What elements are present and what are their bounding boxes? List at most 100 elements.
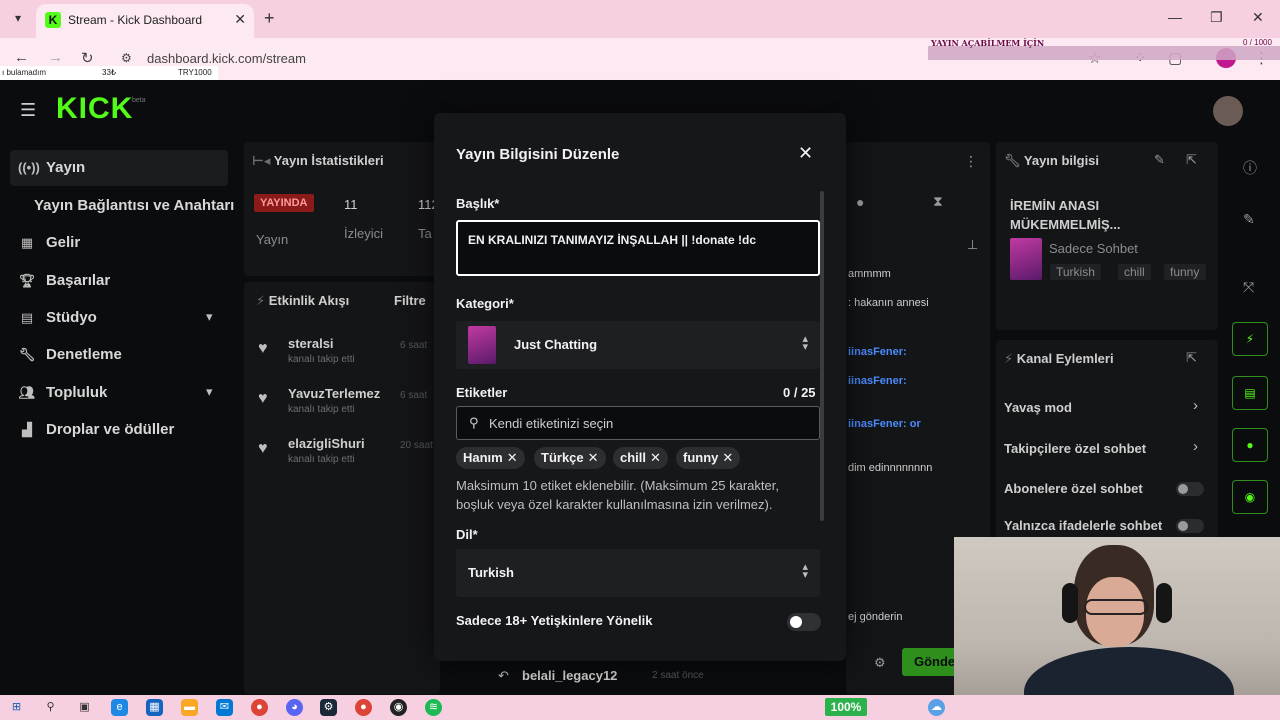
edge-browser-icon[interactable]: e <box>111 699 128 716</box>
kick-logo[interactable]: KICK <box>56 92 133 126</box>
sidebar-item-denetleme[interactable]: 🔧︎ Denetleme <box>18 346 122 363</box>
tag-search-input[interactable]: ⚲ Kendi etiketinizi seçin <box>456 406 820 440</box>
chevron-right-icon[interactable]: › <box>1193 438 1198 455</box>
sidebar-item-stream-key[interactable]: Yayın Bağlantısı ve Anahtarı <box>34 197 234 214</box>
chat-input[interactable]: ej gönderin <box>848 611 902 623</box>
chevron-right-icon[interactable]: › <box>1193 397 1198 414</box>
quick-action-chat-icon[interactable]: ● <box>1232 428 1268 462</box>
edit-icon[interactable]: ✎ <box>1243 211 1255 228</box>
remove-tag-icon[interactable]: ✕ <box>650 450 661 465</box>
chrome-active-icon[interactable]: ● <box>355 699 372 716</box>
sidebar-item-droplar[interactable]: ▟ Droplar ve ödüller <box>18 421 174 438</box>
tab-list-dropdown-icon[interactable]: ▾ <box>8 8 28 28</box>
tab-title: Stream - Kick Dashboard <box>68 13 203 27</box>
store-icon[interactable]: ▦ <box>146 699 163 716</box>
sidebar-item-topluluk[interactable]: 👥︎ Topluluk <box>18 384 108 401</box>
sidebar-item-gelir[interactable]: ▦ Gelir <box>18 234 80 251</box>
heart-icon: ♥ <box>258 390 268 407</box>
feed-username[interactable]: steralsi <box>288 336 334 351</box>
wrench-icon: 🔧︎ <box>18 346 36 362</box>
follow-arrow-icon: ↶ <box>498 668 509 683</box>
language-select[interactable]: Turkish ▴ ▾ <box>456 549 820 597</box>
kick-favicon-icon: K <box>45 12 61 28</box>
category-label: Kategori* <box>456 296 514 311</box>
user-avatar[interactable] <box>1213 96 1243 126</box>
chat-bubble-icon[interactable]: ● <box>856 194 864 210</box>
followers-only-item[interactable]: Takipçilere özel sohbet <box>1004 441 1146 456</box>
stream-title-input[interactable]: EN KRALINIZI TANIMAYIZ İNŞALLAH || !dona… <box>456 220 820 276</box>
heart-icon: ♥ <box>258 440 268 457</box>
feed-username[interactable]: belali_legacy12 <box>522 668 617 683</box>
start-windows-icon[interactable]: ⊞ <box>8 699 25 716</box>
chat-message: dim edinnnnnnnn <box>848 462 933 474</box>
minimize-icon[interactable]: — <box>1168 9 1182 25</box>
file-explorer-icon[interactable]: ▬ <box>181 699 198 716</box>
popout-icon[interactable]: ⇱ <box>1186 152 1197 168</box>
popout-icon[interactable]: ⇱ <box>1186 350 1197 366</box>
category-select[interactable]: Just Chatting ▴ ▾ <box>456 321 820 369</box>
feed-username[interactable]: elazigliShuri <box>288 436 365 451</box>
activity-panel-title: ⚡︎ Etkinlik Akışı <box>256 293 349 309</box>
obs-icon[interactable]: ◉ <box>390 699 407 716</box>
chat-menu-icon[interactable]: ⋮ <box>964 153 978 170</box>
info-icon[interactable]: ⓘ <box>1243 158 1257 178</box>
feed-action: kanalı takip etti <box>288 354 355 365</box>
remove-tag-icon[interactable]: ✕ <box>722 450 733 465</box>
sidebar-item-label: Başarılar <box>46 272 111 289</box>
adult-content-toggle[interactable] <box>787 613 821 631</box>
quick-action-bolt-icon[interactable]: ⚡︎ <box>1232 322 1268 356</box>
donation-goal-bar <box>928 46 1280 60</box>
webcam-glasses <box>1084 599 1148 615</box>
mail-icon[interactable]: ✉ <box>216 699 233 716</box>
chat-settings-icon[interactable]: ⚙ <box>874 655 886 671</box>
hamburger-menu-icon[interactable]: ☰ <box>20 100 36 121</box>
quick-action-note-icon[interactable]: ▤ <box>1232 376 1268 410</box>
sidebar-item-studyo[interactable]: ▤ Stüdyo <box>18 309 97 326</box>
emote-only-item: Yalnızca ifadelerle sohbet <box>1004 518 1163 533</box>
sidebar-item-yayin[interactable]: ((•)) Yayın <box>18 159 85 176</box>
browser-tab[interactable]: K Stream - Kick Dashboard ✕ <box>36 4 254 38</box>
subscribers-only-toggle[interactable] <box>1176 482 1204 496</box>
emote-only-toggle[interactable] <box>1176 519 1204 533</box>
chevron-down-icon[interactable]: ▾ <box>206 384 213 400</box>
search-icon[interactable]: ⚲ <box>42 699 59 716</box>
remove-tag-icon[interactable]: ✕ <box>507 450 518 465</box>
slow-mode-item[interactable]: Yavaş mod <box>1004 400 1072 415</box>
sidebar-item-label: Stüdyo <box>46 309 97 326</box>
tab-close-icon[interactable]: ✕ <box>234 11 246 28</box>
feed-username[interactable]: YavuzTerlemez <box>288 386 380 401</box>
send-button[interactable]: Gönder <box>902 648 958 676</box>
reload-icon[interactable]: ↻ <box>81 49 94 67</box>
modal-scrollbar[interactable] <box>820 191 824 521</box>
remove-tag-icon[interactable]: ✕ <box>588 450 599 465</box>
modal-close-icon[interactable]: ✕ <box>798 143 813 164</box>
language-label: Dil* <box>456 527 478 542</box>
forward-icon[interactable]: → <box>48 49 63 66</box>
site-settings-icon[interactable]: ⚙ <box>121 51 132 65</box>
stat-label-third: Ta <box>418 226 432 241</box>
filter-button[interactable]: Filtre <box>394 293 426 308</box>
url-field[interactable]: dashboard.kick.com/stream <box>147 51 306 66</box>
steam-icon[interactable]: ⚙ <box>320 699 337 716</box>
chevron-down-icon[interactable]: ▾ <box>206 309 213 325</box>
hourglass-icon[interactable]: ⧗ <box>933 193 943 210</box>
quick-action-broadcast-icon[interactable]: ◉ <box>1232 480 1268 514</box>
back-icon[interactable]: ← <box>14 49 29 66</box>
maximize-icon[interactable]: ❐ <box>1210 9 1223 26</box>
discord-icon[interactable]: ◕ <box>286 699 303 716</box>
weather-icon[interactable]: ☁ <box>928 699 945 716</box>
window-close-icon[interactable]: ✕ <box>1252 9 1264 26</box>
chat-message: iinasFener: <box>848 346 907 358</box>
sidebar-item-basarilar[interactable]: 🏆︎ Başarılar <box>18 272 110 289</box>
chrome-icon[interactable]: ● <box>251 699 268 716</box>
task-view-icon[interactable]: ▣ <box>76 699 93 716</box>
battery-indicator[interactable]: 100% <box>825 698 867 716</box>
live-badge: YAYINDA <box>254 194 314 212</box>
fullscreen-icon[interactable]: ⤧ <box>1243 279 1254 296</box>
edit-pencil-icon[interactable]: ✎ <box>1154 152 1165 168</box>
tag-chip-label: funny <box>683 450 719 465</box>
adult-content-label: Sadece 18+ Yetişkinlere Yönelik <box>456 613 653 628</box>
pin-icon[interactable]: ⊥ <box>967 237 978 253</box>
spotify-icon[interactable]: ≋ <box>425 699 442 716</box>
new-tab-icon[interactable]: + <box>264 8 275 29</box>
